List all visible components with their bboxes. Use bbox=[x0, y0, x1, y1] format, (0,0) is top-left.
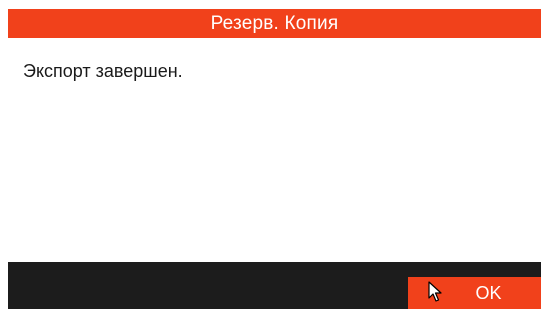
dialog-footer: OK bbox=[8, 262, 541, 309]
dialog-content: Экспорт завершен. bbox=[8, 38, 541, 262]
dialog-title-bar: Резерв. Копия bbox=[8, 9, 541, 38]
dialog-title: Резерв. Копия bbox=[210, 12, 339, 34]
screen: Резерв. Копия Экспорт завершен. OK bbox=[0, 0, 545, 311]
ok-button[interactable]: OK bbox=[408, 277, 541, 309]
ok-button-label: OK bbox=[475, 282, 502, 303]
mouse-pointer-icon bbox=[428, 281, 442, 302]
backup-dialog: Резерв. Копия Экспорт завершен. OK bbox=[8, 9, 541, 309]
status-message: Экспорт завершен. bbox=[23, 61, 183, 81]
